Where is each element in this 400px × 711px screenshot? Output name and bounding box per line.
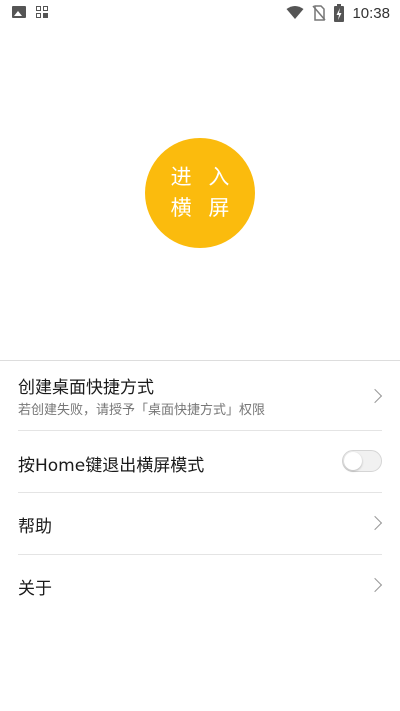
- help-item[interactable]: 帮助: [0, 493, 400, 554]
- image-icon: [12, 6, 26, 18]
- chevron-right-icon: [367, 388, 383, 404]
- create-shortcut-title: 创建桌面快捷方式: [18, 378, 154, 398]
- home-exit-toggle[interactable]: [342, 450, 382, 472]
- about-title: 关于: [18, 579, 52, 599]
- enter-landscape-button[interactable]: 进 入 横 屏: [145, 138, 255, 248]
- help-title: 帮助: [18, 517, 52, 537]
- enter-button-line2: 横 屏: [170, 196, 235, 220]
- chevron-right-icon: [367, 577, 383, 593]
- about-item[interactable]: 关于: [0, 555, 400, 616]
- wifi-icon: [286, 6, 304, 19]
- toggle-knob: [344, 452, 362, 470]
- home-exit-item: 按Home键退出横屏模式: [0, 431, 400, 492]
- battery-charging-icon: [334, 4, 345, 22]
- qr-grid-icon: [36, 6, 48, 18]
- create-shortcut-item[interactable]: 创建桌面快捷方式 若创建失败，请授予「桌面快捷方式」权限: [0, 361, 400, 430]
- enter-button-line1: 进 入: [170, 165, 235, 189]
- create-shortcut-subtitle: 若创建失败，请授予「桌面快捷方式」权限: [18, 403, 266, 418]
- no-sim-icon: [312, 5, 327, 21]
- status-time: 10:38: [352, 4, 390, 22]
- chevron-right-icon: [367, 515, 383, 531]
- status-bar: 10:38: [0, 0, 400, 27]
- home-exit-title: 按Home键退出横屏模式: [18, 456, 205, 476]
